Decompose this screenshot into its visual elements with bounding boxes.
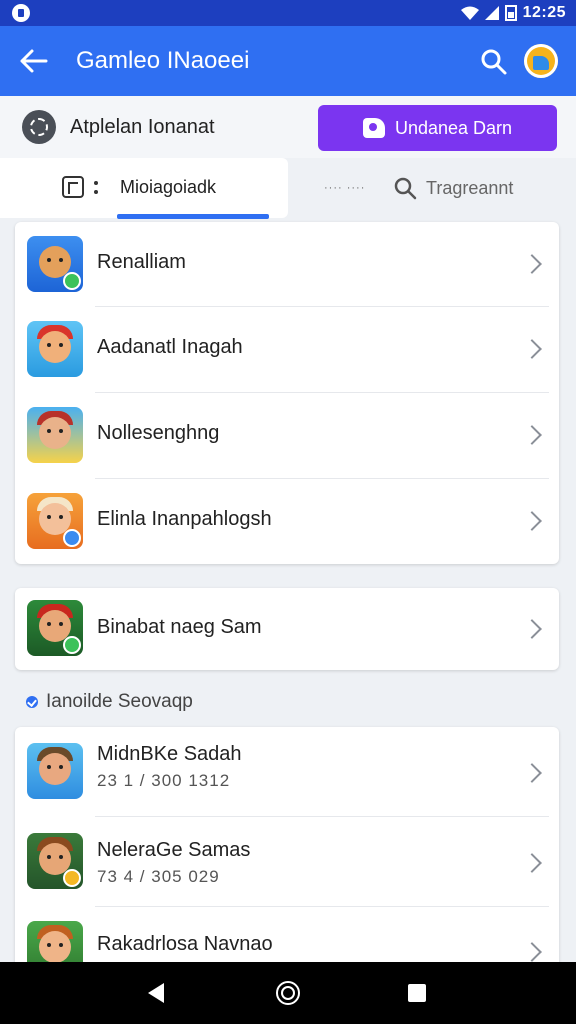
character-icon <box>27 833 83 889</box>
battery-icon <box>504 5 517 21</box>
system-nav-bar <box>0 962 576 1024</box>
list-item[interactable]: MidnBKe Sadah 23 1 / 300 1312 <box>15 727 559 817</box>
more-dots-icon <box>94 176 98 198</box>
page-title: Gamleo INaoeei <box>76 47 250 74</box>
ticket-icon <box>362 118 385 138</box>
status-bar: 12:25 <box>0 0 576 26</box>
list-item-title: Renalliam <box>97 251 186 273</box>
list-item[interactable]: Aadanatl Inagah <box>15 307 559 393</box>
active-tab-indicator <box>117 214 269 219</box>
chevron-right-icon <box>522 254 542 274</box>
nav-back-icon[interactable] <box>148 983 164 1003</box>
account-label[interactable]: Atplelan Ionanat <box>70 116 215 139</box>
status-icons: 12:25 <box>460 3 566 23</box>
section-header: Ianoilde Seovaqp <box>26 690 193 714</box>
library-icon <box>62 176 84 198</box>
chevron-right-icon <box>522 619 542 639</box>
character-icon <box>27 600 83 656</box>
wifi-icon <box>460 6 479 20</box>
list-item-title: Elinla Inanpahlogsh <box>97 508 272 530</box>
search-icon[interactable] <box>393 176 417 200</box>
chevron-right-icon <box>522 853 542 873</box>
primary-action-button[interactable]: Undanea Darn <box>318 105 557 151</box>
tab-label: Mioiagoiadk <box>120 177 217 197</box>
list-item-subtitle: 23 1 / 300 1312 <box>97 771 231 790</box>
list-item-title: NeleraGe Samas <box>97 839 251 861</box>
tab-library[interactable]: Mioiagoiadk <box>0 158 288 219</box>
nav-recents-icon[interactable] <box>408 984 426 1002</box>
app-bar: Gamleo INaoeei <box>0 26 576 96</box>
list-item[interactable]: Nollesenghng <box>15 393 559 479</box>
character-icon <box>27 236 83 292</box>
status-time: 12:25 <box>522 4 566 21</box>
section-title: Ianoilde Seovaqp <box>46 691 193 712</box>
nav-home-icon[interactable] <box>276 981 300 1005</box>
list-item[interactable]: NeleraGe Samas 73 4 / 305 029 <box>15 817 559 907</box>
list-item-title: MidnBKe Sadah <box>97 743 242 765</box>
action-row: Atplelan Ionanat Undanea Darn <box>0 96 576 158</box>
list-item-title: Aadanatl Inagah <box>97 336 243 358</box>
character-icon <box>27 321 83 377</box>
character-icon <box>27 743 83 799</box>
list-item[interactable]: Binabat naeg Sam <box>15 588 559 670</box>
chevron-right-icon <box>522 425 542 445</box>
character-icon <box>27 407 83 463</box>
tab-search-label[interactable]: Tragreannt <box>426 178 513 199</box>
list-item-title: Nollesenghng <box>97 422 220 444</box>
signal-icon <box>484 6 499 20</box>
list-item-title: Rakadrlosa Navnao <box>97 933 273 955</box>
game-list-card: Renalliam Aadanatl Inagah Nollesenghng E… <box>15 222 559 564</box>
avatar[interactable] <box>524 44 558 78</box>
list-item[interactable]: Elinla Inanpahlogsh <box>15 479 559 564</box>
notification-icon <box>12 4 30 22</box>
chevron-right-icon <box>522 942 542 962</box>
primary-action-label: Undanea Darn <box>394 117 513 138</box>
featured-game-card: Binabat naeg Sam <box>15 588 559 670</box>
chevron-right-icon <box>522 339 542 359</box>
account-icon[interactable] <box>22 110 56 144</box>
chevron-right-icon <box>522 511 542 531</box>
search-icon[interactable] <box>478 46 510 78</box>
list-item-title: Binabat naeg Sam <box>97 616 262 638</box>
game-list-card: MidnBKe Sadah 23 1 / 300 1312 NeleraGe S… <box>15 727 559 977</box>
list-item-subtitle: 73 4 / 305 029 <box>97 867 220 886</box>
chevron-right-icon <box>522 763 542 783</box>
back-arrow-icon[interactable] <box>18 46 52 76</box>
tab-bar: Mioiagoiadk ···· ···· Tragreannt <box>0 158 576 220</box>
character-icon <box>27 493 83 549</box>
list-item[interactable]: Renalliam <box>15 222 559 307</box>
verified-check-icon <box>26 696 38 708</box>
tab-small-text: ···· ···· <box>324 182 366 194</box>
